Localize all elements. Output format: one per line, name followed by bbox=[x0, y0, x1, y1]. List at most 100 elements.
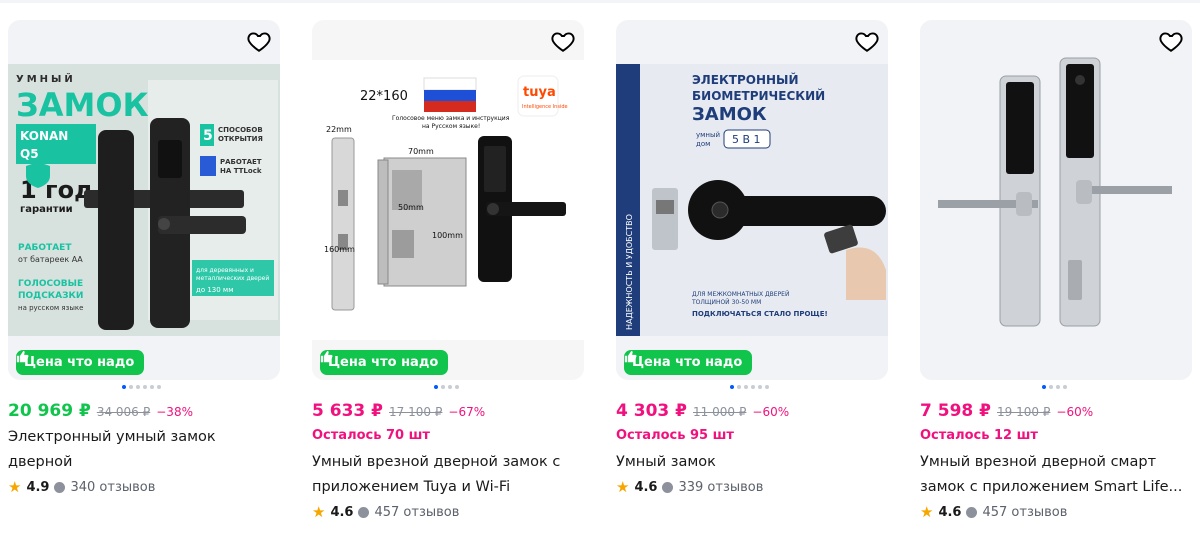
image-pager[interactable] bbox=[1042, 385, 1067, 389]
svg-text:ОТКРЫТИЯ: ОТКРЫТИЯ bbox=[218, 135, 263, 143]
svg-text:на русском языке: на русском языке bbox=[18, 304, 83, 312]
pager-dot[interactable] bbox=[129, 385, 133, 389]
image-pager[interactable] bbox=[434, 385, 459, 389]
price-row: 7 598 ₽ 19 100 ₽ −60% bbox=[920, 401, 1093, 421]
rating-row[interactable]: ★ 4.6 457 отзывов bbox=[312, 503, 459, 521]
favorite-heart-icon[interactable] bbox=[854, 28, 880, 54]
old-price: 17 100 ₽ bbox=[388, 405, 443, 419]
rating-row[interactable]: ★ 4.6 457 отзывов bbox=[920, 503, 1067, 521]
current-price: 5 633 ₽ bbox=[312, 401, 383, 421]
pager-dot[interactable] bbox=[122, 385, 126, 389]
title-line[interactable]: дверной bbox=[8, 450, 278, 475]
pager-dot[interactable] bbox=[150, 385, 154, 389]
product-title[interactable]: Умный врезной дверной смарт замок с прил… bbox=[920, 450, 1190, 500]
svg-text:металлических дверей: металлических дверей bbox=[196, 275, 269, 282]
pager-dot[interactable] bbox=[1042, 385, 1046, 389]
svg-text:22mm: 22mm bbox=[326, 125, 352, 134]
price-row: 4 303 ₽ 11 000 ₽ −60% bbox=[616, 401, 789, 421]
product-image[interactable]: УМНЫЙ ЗАМОК KONAN Q5 1 год гарантии РАБО… bbox=[8, 20, 280, 380]
star-icon: ★ bbox=[616, 478, 630, 496]
rating-value: 4.6 bbox=[330, 504, 354, 520]
svg-text:ТОЛЩИНОЙ 30-50 ММ: ТОЛЩИНОЙ 30-50 ММ bbox=[691, 299, 761, 306]
product-image[interactable] bbox=[920, 20, 1192, 380]
stock-left: Осталось 12 шт bbox=[920, 428, 1038, 443]
product-image[interactable]: НАДЕЖНОСТЬ И УДОБСТВО ЭЛЕКТРОННЫЙ БИОМЕТ… bbox=[616, 20, 888, 380]
old-price: 11 000 ₽ bbox=[692, 405, 747, 419]
pager-dot[interactable] bbox=[730, 385, 734, 389]
reviews-count[interactable]: 339 отзывов bbox=[678, 480, 763, 495]
reviews-count[interactable]: 457 отзывов bbox=[982, 505, 1067, 520]
product-title[interactable]: Электронный умный замок дверной bbox=[8, 425, 278, 475]
product-image[interactable]: 22*160 tuya Intelligence Inside Голосово… bbox=[312, 20, 584, 380]
product-photo-mortise-lock-tuya: 22*160 tuya Intelligence Inside Голосово… bbox=[312, 60, 584, 340]
pager-dot[interactable] bbox=[434, 385, 438, 389]
badge-label: Цена что надо bbox=[632, 355, 743, 370]
svg-text:НАДЕЖНОСТЬ И УДОБСТВО: НАДЕЖНОСТЬ И УДОБСТВО bbox=[625, 214, 634, 330]
favorite-heart-icon[interactable] bbox=[1158, 28, 1184, 54]
svg-text:5 В 1: 5 В 1 bbox=[732, 133, 761, 146]
product-card[interactable]: 22*160 tuya Intelligence Inside Голосово… bbox=[312, 20, 584, 521]
product-photo-smart-lock-konan: УМНЫЙ ЗАМОК KONAN Q5 1 год гарантии РАБО… bbox=[8, 64, 280, 336]
pager-dot[interactable] bbox=[758, 385, 762, 389]
title-line[interactable]: замок с приложением Smart Life... bbox=[920, 475, 1190, 500]
pager-dot[interactable] bbox=[1049, 385, 1053, 389]
reviews-bubble-icon bbox=[54, 481, 66, 493]
svg-text:ЗАМОК: ЗАМОК bbox=[16, 86, 149, 124]
pager-dot[interactable] bbox=[455, 385, 459, 389]
reviews-count[interactable]: 340 отзывов bbox=[70, 480, 155, 495]
top-divider bbox=[0, 0, 1200, 3]
pager-dot[interactable] bbox=[441, 385, 445, 389]
title-line[interactable]: Электронный умный замок bbox=[8, 425, 278, 450]
favorite-heart-icon[interactable] bbox=[246, 28, 272, 54]
image-pager[interactable] bbox=[122, 385, 161, 389]
svg-text:для деревянных и: для деревянных и bbox=[196, 267, 254, 274]
svg-text:ПОДСКАЗКИ: ПОДСКАЗКИ bbox=[18, 291, 83, 301]
pager-dot[interactable] bbox=[1063, 385, 1067, 389]
pager-dot[interactable] bbox=[136, 385, 140, 389]
title-line[interactable]: Умный замок bbox=[616, 450, 886, 475]
rating-value: 4.6 bbox=[634, 479, 658, 495]
discount: −38% bbox=[156, 405, 193, 419]
rating-value: 4.9 bbox=[26, 479, 50, 495]
pager-dot[interactable] bbox=[744, 385, 748, 389]
svg-text:ГОЛОСОВЫЕ: ГОЛОСОВЫЕ bbox=[18, 279, 83, 289]
pager-dot[interactable] bbox=[1056, 385, 1060, 389]
product-card[interactable]: НАДЕЖНОСТЬ И УДОБСТВО ЭЛЕКТРОННЫЙ БИОМЕТ… bbox=[616, 20, 888, 496]
svg-text:100mm: 100mm bbox=[432, 231, 463, 240]
rating-row[interactable]: ★ 4.9 340 отзывов bbox=[8, 478, 155, 496]
pager-dot[interactable] bbox=[765, 385, 769, 389]
pager-dot[interactable] bbox=[751, 385, 755, 389]
svg-text:БИОМЕТРИЧЕСКИЙ: БИОМЕТРИЧЕСКИЙ bbox=[692, 88, 825, 103]
svg-text:гарантии: гарантии bbox=[20, 204, 73, 215]
reviews-count[interactable]: 457 отзывов bbox=[374, 505, 459, 520]
product-title[interactable]: Умный замок bbox=[616, 450, 886, 475]
image-pager[interactable] bbox=[730, 385, 769, 389]
price-badge: Цена что надо bbox=[320, 350, 449, 375]
reviews-bubble-icon bbox=[358, 506, 370, 518]
title-line[interactable]: Умный врезной дверной смарт bbox=[920, 450, 1190, 475]
pager-dot[interactable] bbox=[157, 385, 161, 389]
product-card[interactable]: УМНЫЙ ЗАМОК KONAN Q5 1 год гарантии РАБО… bbox=[8, 20, 280, 496]
current-price: 7 598 ₽ bbox=[920, 401, 991, 421]
svg-text:РАБОТАЕТ: РАБОТАЕТ bbox=[18, 243, 72, 253]
pager-dot[interactable] bbox=[143, 385, 147, 389]
product-title[interactable]: Умный врезной дверной замок с приложение… bbox=[312, 450, 582, 500]
current-price: 20 969 ₽ bbox=[8, 401, 91, 421]
svg-text:50mm: 50mm bbox=[398, 203, 424, 212]
product-card[interactable]: 7 598 ₽ 19 100 ₽ −60% Осталось 12 шт Умн… bbox=[920, 20, 1192, 521]
stock-left: Осталось 70 шт bbox=[312, 428, 430, 443]
rating-row[interactable]: ★ 4.6 339 отзывов bbox=[616, 478, 763, 496]
product-photo-biometric-lock: НАДЕЖНОСТЬ И УДОБСТВО ЭЛЕКТРОННЫЙ БИОМЕТ… bbox=[616, 64, 888, 336]
current-price: 4 303 ₽ bbox=[616, 401, 687, 421]
title-line[interactable]: Умный врезной дверной замок с bbox=[312, 450, 582, 475]
discount: −67% bbox=[448, 405, 486, 419]
pager-dot[interactable] bbox=[448, 385, 452, 389]
price-row: 20 969 ₽ 34 006 ₽ −38% bbox=[8, 401, 193, 421]
svg-text:умный: умный bbox=[696, 131, 720, 139]
rating-value: 4.6 bbox=[938, 504, 962, 520]
favorite-heart-icon[interactable] bbox=[550, 28, 576, 54]
svg-text:Голосовое меню замка и инструк: Голосовое меню замка и инструкция bbox=[392, 115, 510, 122]
pager-dot[interactable] bbox=[737, 385, 741, 389]
title-line[interactable]: приложением Tuya и Wi-Fi bbox=[312, 475, 582, 500]
price-badge: Цена что надо bbox=[624, 350, 753, 375]
